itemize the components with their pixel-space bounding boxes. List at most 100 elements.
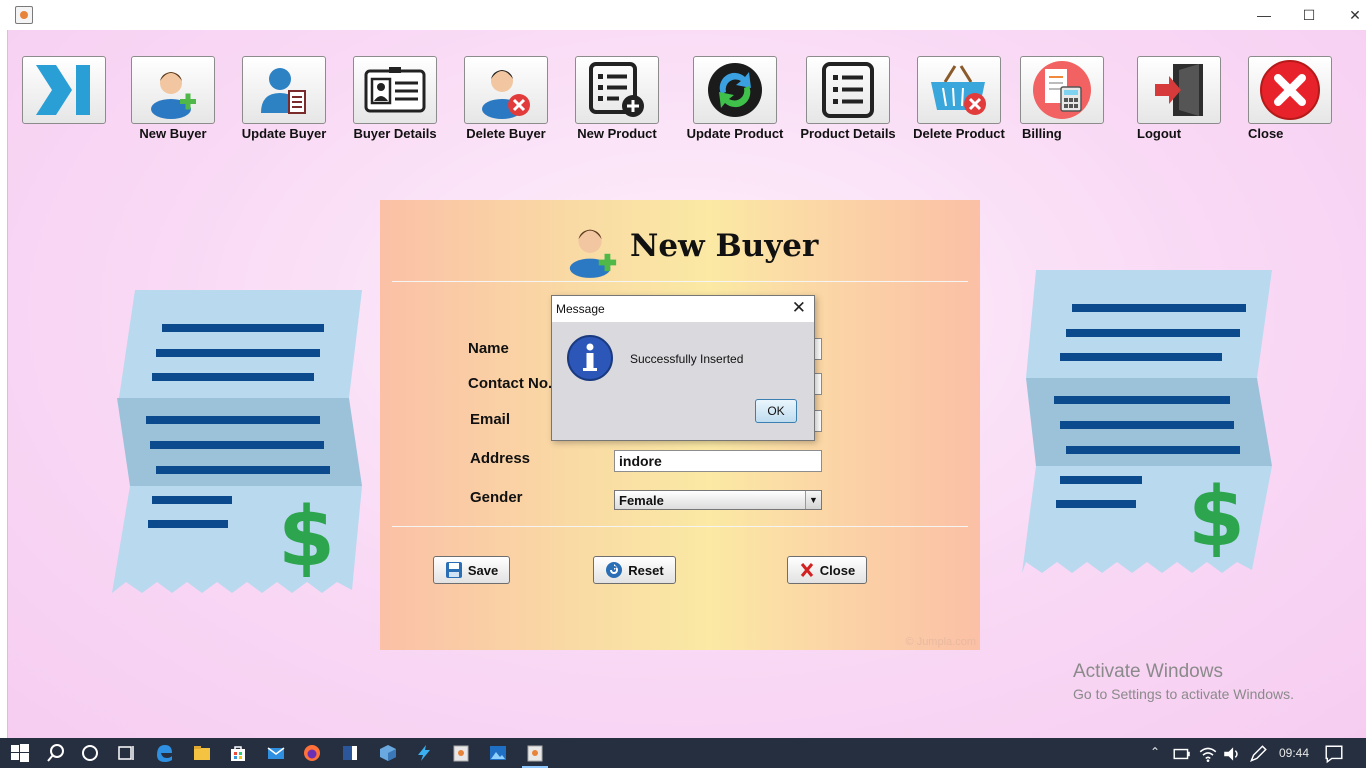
divider-bottom [392, 526, 968, 527]
dollar-symbol: $ [1188, 470, 1245, 565]
java-app-icon[interactable] [451, 743, 471, 763]
new-product-button[interactable] [575, 56, 659, 124]
notification-icon[interactable] [1324, 744, 1344, 764]
search-icon[interactable] [46, 743, 66, 763]
gender-select[interactable]: Female ▼ [614, 490, 822, 510]
product-details-button[interactable] [806, 56, 890, 124]
minimize-button[interactable]: — [1241, 0, 1287, 30]
toolbar-item-collapse[interactable] [22, 56, 106, 124]
java-app-icon [15, 6, 33, 24]
toolbar-item-update-product[interactable]: Update Product [678, 56, 792, 141]
new-buyer-button[interactable] [131, 56, 215, 124]
toolbar-label: Update Buyer [241, 126, 327, 141]
toolbar-item-close[interactable]: Close [1248, 56, 1338, 141]
toolbar-label: Buyer Details [353, 126, 437, 141]
user-add-icon [569, 229, 617, 278]
dialog-message: Successfully Inserted [630, 352, 744, 366]
java-app-active-icon[interactable] [525, 743, 545, 763]
photos-icon[interactable] [488, 743, 508, 763]
toolbar-item-delete-buyer[interactable]: Delete Buyer [456, 56, 556, 141]
gender-selected-value: Female [619, 493, 664, 508]
reset-button[interactable]: Reset [593, 556, 676, 584]
toolbar-label: Billing [1022, 126, 1062, 141]
activate-windows-notice: Activate Windows Go to Settings to activ… [1073, 661, 1294, 702]
name-label: Name [468, 340, 509, 357]
divider-top [392, 281, 968, 282]
toolbar-label: Update Product [686, 126, 784, 141]
toolbar-label: Delete Buyer [466, 126, 546, 141]
refresh-icon [708, 63, 762, 117]
battery-icon[interactable] [1172, 744, 1192, 764]
maximize-button[interactable]: ☐ [1286, 0, 1332, 30]
dollar-symbol: $ [278, 490, 335, 585]
toolbar-label: Close [1248, 126, 1284, 141]
buyer-details-button[interactable] [353, 56, 437, 124]
email-label: Email [470, 411, 511, 428]
toolbar-label: Logout [1137, 126, 1182, 141]
clock[interactable]: 09:44 [1279, 746, 1309, 760]
left-border [0, 30, 8, 738]
close-icon [800, 563, 813, 577]
reset-label: Reset [628, 562, 664, 578]
chevron-down-icon[interactable]: ▼ [805, 491, 821, 509]
save-button[interactable]: Save [433, 556, 510, 584]
cube-app-icon[interactable] [378, 743, 398, 763]
close-button[interactable]: Close [787, 556, 867, 584]
task-view-icon[interactable] [116, 743, 136, 763]
save-label: Save [467, 562, 499, 578]
toolbar-item-new-buyer[interactable]: New Buyer [123, 56, 223, 141]
toolbar-item-delete-product[interactable]: Delete Product [909, 56, 1009, 141]
dialog-title-bar: Message ✕ [552, 296, 814, 322]
activate-subtitle: Go to Settings to activate Windows. [1073, 686, 1294, 702]
toolbar-item-product-details[interactable]: Product Details [798, 56, 898, 141]
basket-delete-icon [931, 65, 986, 115]
ok-button[interactable]: OK [755, 399, 797, 423]
address-field[interactable] [614, 450, 822, 472]
word-icon[interactable] [340, 743, 360, 763]
close-app-button[interactable] [1248, 56, 1332, 124]
firefox-icon[interactable] [302, 743, 322, 763]
dialog-close-icon[interactable]: ✕ [792, 298, 806, 318]
delete-buyer-button[interactable] [464, 56, 548, 124]
close-window-button[interactable]: ✕ [1332, 0, 1366, 30]
title-bar: — ☐ ✕ [0, 0, 1366, 30]
close-label: Close [819, 562, 856, 578]
collapse-button[interactable] [22, 56, 106, 124]
user-edit-icon [261, 68, 306, 114]
wifi-icon[interactable] [1198, 744, 1218, 764]
exit-door-icon [1155, 64, 1203, 116]
edge-browser-icon[interactable] [154, 743, 174, 763]
floppy-disk-icon [445, 562, 462, 578]
toolbar-label: Delete Product [913, 126, 1005, 141]
volume-icon[interactable] [1222, 744, 1242, 764]
lightning-app-icon[interactable] [414, 743, 434, 763]
mail-icon[interactable] [266, 743, 286, 763]
list-icon [822, 62, 874, 118]
update-product-button[interactable] [693, 56, 777, 124]
tray-chevron-up-icon[interactable]: ⌃ [1150, 745, 1160, 759]
info-icon [567, 335, 613, 381]
toolbar-item-billing[interactable]: Billing [1020, 56, 1110, 141]
toolbar-item-update-buyer[interactable]: Update Buyer [234, 56, 334, 141]
delete-product-button[interactable] [917, 56, 1001, 124]
update-buyer-button[interactable] [242, 56, 326, 124]
receipt-illustration-right: $ [1022, 270, 1272, 573]
toolbar-label: New Product [577, 126, 657, 141]
store-icon[interactable] [228, 743, 248, 763]
pen-icon[interactable] [1248, 744, 1268, 764]
file-explorer-icon[interactable] [192, 743, 212, 763]
activate-title: Activate Windows [1073, 661, 1223, 682]
id-card-icon [364, 67, 426, 113]
toolbar-item-logout[interactable]: Logout [1137, 56, 1227, 141]
windows-start-icon[interactable] [10, 743, 30, 763]
logout-button[interactable] [1137, 56, 1221, 124]
message-dialog: Message ✕ Successfully Inserted OK [551, 295, 815, 441]
toolbar-label: New Buyer [139, 126, 207, 141]
receipt-illustration-left: $ [112, 290, 362, 593]
user-delete-icon [482, 70, 530, 119]
toolbar-item-new-product[interactable]: New Product [567, 56, 667, 141]
toolbar-item-buyer-details[interactable]: Buyer Details [345, 56, 445, 141]
close-circle-icon [1260, 60, 1320, 120]
billing-button[interactable] [1020, 56, 1104, 124]
cortana-icon[interactable] [80, 743, 100, 763]
